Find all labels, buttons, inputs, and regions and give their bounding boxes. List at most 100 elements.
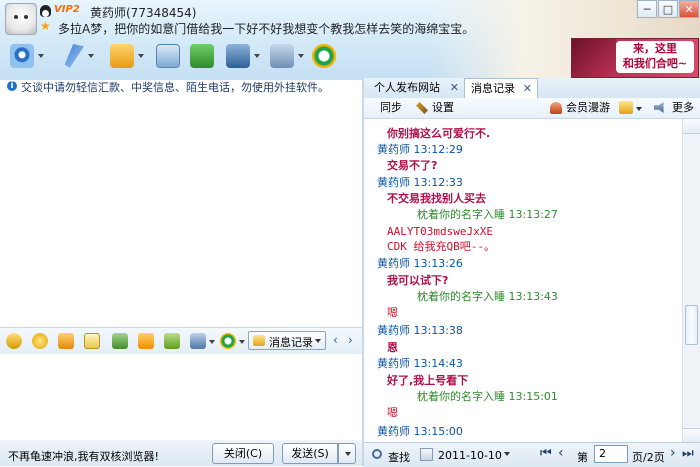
- history-sender: 黄药师 13:12:29: [377, 143, 463, 156]
- next-page-icon[interactable]: ›: [670, 445, 676, 461]
- emoji-icon[interactable]: [32, 333, 48, 349]
- chevron-down-icon: [315, 339, 321, 343]
- message-record-icon: [253, 335, 265, 346]
- music-icon[interactable]: [138, 333, 154, 349]
- send-email-icon[interactable]: [156, 44, 180, 68]
- ad-image: [572, 39, 616, 77]
- maximize-button[interactable]: □: [658, 0, 678, 18]
- history-message: 嗯: [387, 306, 398, 319]
- chevron-right-icon[interactable]: ›: [348, 333, 353, 347]
- info-icon: i: [7, 81, 17, 91]
- prev-page-icon[interactable]: ‹: [558, 445, 564, 461]
- tab-label: 个人发布网站: [374, 81, 440, 94]
- close-window-button[interactable]: ✕: [679, 0, 699, 18]
- settings-button[interactable]: 设置: [432, 100, 454, 116]
- chevron-down-icon[interactable]: [138, 54, 144, 58]
- contact-avatar[interactable]: [5, 3, 37, 35]
- chevron-down-icon[interactable]: [298, 54, 304, 58]
- last-page-icon[interactable]: ⏭: [682, 446, 694, 461]
- sync-button[interactable]: 同步: [380, 100, 402, 116]
- font-icon[interactable]: [6, 333, 22, 349]
- send-button[interactable]: 发送(S): [282, 443, 338, 464]
- create-group-icon[interactable]: [190, 44, 214, 68]
- history-message: 嗯: [387, 406, 398, 419]
- minimize-button[interactable]: ─: [637, 0, 657, 18]
- video-call-icon[interactable]: [10, 44, 34, 68]
- settings-icon: [416, 102, 428, 114]
- history-sender: 黄药师 13:12:33: [377, 176, 463, 189]
- chevron-down-icon[interactable]: [254, 54, 260, 58]
- shake-icon[interactable]: [58, 333, 74, 349]
- contact-signature: 多拉A梦，把你的如意门借给我一下好不好我想变个教我怎样去笑的海绵宝宝。: [58, 22, 475, 36]
- contact-name[interactable]: 黄药师(77348454): [90, 4, 196, 21]
- close-icon[interactable]: ✕: [523, 79, 532, 98]
- ad-line1: 来，这里: [633, 42, 677, 55]
- history-message: AALYT03mdsweJxXE: [387, 225, 493, 238]
- send-options-button[interactable]: [338, 443, 356, 464]
- chevron-down-icon[interactable]: [504, 452, 510, 456]
- history-scrollbar[interactable]: [682, 119, 700, 443]
- history-sender: 黄药师 13:15:00: [377, 425, 463, 438]
- scroll-down-button[interactable]: [683, 428, 700, 443]
- scroll-up-button[interactable]: [683, 119, 700, 134]
- scroll-thumb[interactable]: [685, 305, 698, 345]
- chevron-down-icon[interactable]: [636, 107, 642, 111]
- history-sender: 黄药师 13:14:43: [377, 357, 463, 370]
- right-tabs: 个人发布网站 ✕ 消息记录 ✕: [364, 78, 700, 99]
- ad-line2: 和我们合吧~: [622, 57, 688, 70]
- history-message: 交易不了?: [387, 159, 438, 172]
- member-roaming-button[interactable]: 会员漫游: [566, 100, 610, 116]
- history-sender: 黄药师 13:13:26: [377, 257, 463, 270]
- remote-assist-icon[interactable]: [226, 44, 250, 68]
- ad-text: 来，这里 和我们合吧~: [616, 41, 694, 73]
- message-record-label: 消息记录: [269, 336, 313, 349]
- calendar-icon[interactable]: [420, 448, 433, 461]
- page-number-input[interactable]: 2: [594, 445, 628, 463]
- history-message: 你别搞这么可爱行不.: [387, 127, 491, 140]
- close-icon[interactable]: ✕: [450, 78, 459, 97]
- member-icon: [550, 102, 562, 114]
- page-suffix: 页/2页: [632, 451, 665, 464]
- browser-promo-link[interactable]: 不再龟速冲浪,我有双核浏览器!: [8, 448, 159, 464]
- message-input[interactable]: [0, 354, 362, 440]
- close-button[interactable]: 关闭(C): [212, 443, 274, 464]
- history-message: 恩: [387, 341, 398, 354]
- input-toolbar: 消息记录 ‹ ›: [0, 327, 362, 355]
- chevron-down-icon[interactable]: [209, 340, 215, 344]
- image-icon[interactable]: [112, 333, 128, 349]
- view-mode-icon[interactable]: [619, 101, 633, 114]
- tab-personal-site[interactable]: 个人发布网站 ✕: [368, 78, 464, 97]
- history-sender: 枕着你的名字入睡 13:13:43: [417, 290, 558, 303]
- date-field[interactable]: 2011-10-10: [438, 449, 502, 462]
- s-app-icon[interactable]: [220, 333, 236, 349]
- chevron-left-icon[interactable]: ‹: [333, 333, 338, 347]
- more-button[interactable]: 更多: [672, 100, 694, 116]
- search-icon[interactable]: [372, 449, 382, 459]
- tab-label: 消息记录: [471, 82, 515, 95]
- scribble-icon[interactable]: [84, 333, 100, 349]
- app-settings-icon[interactable]: [270, 44, 294, 68]
- ad-banner[interactable]: 来，这里 和我们合吧~: [571, 38, 699, 78]
- find-button[interactable]: 查找: [388, 449, 410, 465]
- security-warning: 交谈中请勿轻信汇款、中奖信息、陌生电话，勿使用外挂软件。: [21, 81, 329, 94]
- magic-icon[interactable]: [164, 333, 180, 349]
- first-page-icon[interactable]: ⏮: [540, 446, 552, 461]
- star-icon: ★: [40, 19, 51, 33]
- tab-message-record[interactable]: 消息记录 ✕: [464, 78, 538, 98]
- qq-penguin-icon: [40, 5, 51, 17]
- history-sender: 枕着你的名字入睡 13:15:01: [417, 390, 558, 403]
- screenshot-icon[interactable]: [190, 333, 206, 349]
- chevron-down-icon[interactable]: [38, 54, 44, 58]
- chevron-down-icon: [345, 452, 351, 456]
- speaker-icon: [654, 102, 664, 113]
- history-message: 我可以试下?: [387, 274, 449, 287]
- chat-message-area[interactable]: [0, 96, 362, 327]
- message-record-button[interactable]: 消息记录: [248, 331, 326, 350]
- message-history[interactable]: 你别搞这么可爱行不. 黄药师 13:12:29 交易不了? 黄药师 13:12:…: [364, 119, 682, 442]
- send-file-icon[interactable]: [110, 44, 134, 68]
- chevron-down-icon[interactable]: [239, 340, 245, 344]
- chevron-down-icon[interactable]: [88, 54, 94, 58]
- history-sender: 枕着你的名字入睡 13:13:27: [417, 208, 558, 221]
- history-sender: 黄药师 13:13:38: [377, 324, 463, 337]
- s-plugin-icon[interactable]: [312, 44, 336, 68]
